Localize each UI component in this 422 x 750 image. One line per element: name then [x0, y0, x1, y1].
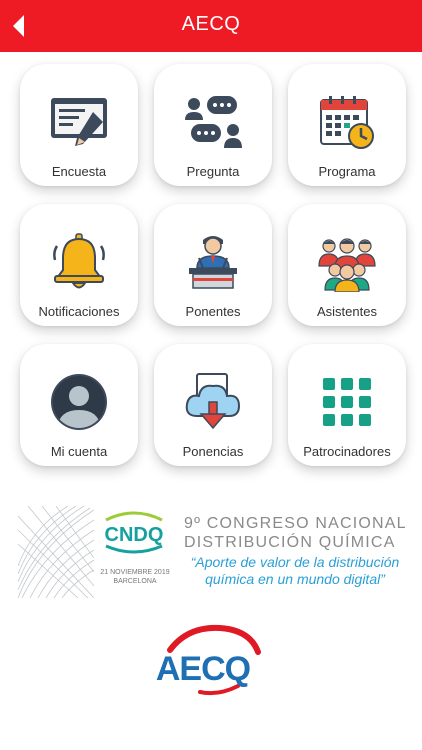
- menu-item-encuesta[interactable]: Encuesta: [20, 64, 138, 186]
- congress-banner[interactable]: CNDQ 21 NOVIEMBRE 2019 BARCELONA 9º CONG…: [18, 506, 406, 598]
- bell-icon: [53, 233, 105, 289]
- menu-item-mi-cuenta[interactable]: Mi cuenta: [20, 344, 138, 466]
- wave-pattern-graphic: [18, 506, 94, 598]
- congress-subtitle-line: “Aporte de valor de la distribución: [190, 554, 400, 570]
- attendees-icon: [318, 238, 376, 292]
- grid-icon: [323, 378, 371, 426]
- congress-city: BARCELONA: [113, 578, 157, 585]
- congress-title-line: 9º CONGRESO NACIONAL: [184, 515, 407, 532]
- menu-item-pregunta[interactable]: Pregunta: [154, 64, 272, 186]
- congress-title-line: DISTRIBUCIÓN QUÍMICA: [184, 534, 396, 551]
- congress-subtitle: “Aporte de valor de la distribución quím…: [184, 554, 406, 588]
- congress-date: 21 NOVIEMBRE 2019: [100, 569, 170, 576]
- menu-item-ponencias[interactable]: Ponencias: [154, 344, 272, 466]
- survey-icon: [51, 98, 107, 146]
- menu-label: Pregunta: [186, 164, 240, 179]
- congress-date-block: 21 NOVIEMBRE 2019 BARCELONA: [94, 568, 176, 586]
- cndq-logo-text: CNDQ: [105, 524, 164, 546]
- menu-label: Ponentes: [185, 304, 241, 319]
- menu-item-programa[interactable]: Programa: [288, 64, 406, 186]
- menu-item-ponentes[interactable]: Ponentes: [154, 204, 272, 326]
- aecq-logo-text: AECQ: [156, 650, 251, 688]
- congress-title: 9º CONGRESO NACIONAL DISTRIBUCIÓN QUÍMIC…: [184, 514, 407, 552]
- cloud-download-icon: [185, 373, 241, 430]
- menu-label: Ponencias: [182, 444, 244, 459]
- menu-item-notificaciones[interactable]: Notificaciones: [20, 204, 138, 326]
- menu-item-patrocinadores[interactable]: Patrocinadores: [288, 344, 406, 466]
- speaker-icon: [189, 236, 237, 289]
- cndq-logo: CNDQ: [105, 511, 164, 554]
- menu-label: Patrocinadores: [303, 444, 391, 459]
- congress-subtitle-line: química en un mundo digital”: [205, 571, 385, 587]
- menu-label: Encuesta: [51, 164, 107, 179]
- chat-icon: [185, 96, 242, 148]
- menu-label: Programa: [318, 164, 376, 179]
- menu-label: Mi cuenta: [50, 444, 108, 459]
- menu-label: Notificaciones: [38, 304, 120, 319]
- menu-item-asistentes[interactable]: Asistentes: [288, 204, 406, 326]
- menu-grid: Encuesta Pregunta Programa Notificacione…: [0, 0, 422, 480]
- account-icon: [51, 374, 107, 430]
- menu-label: Asistentes: [317, 304, 377, 319]
- calendar-icon: [320, 96, 374, 149]
- aecq-logo: AECQ: [156, 624, 261, 696]
